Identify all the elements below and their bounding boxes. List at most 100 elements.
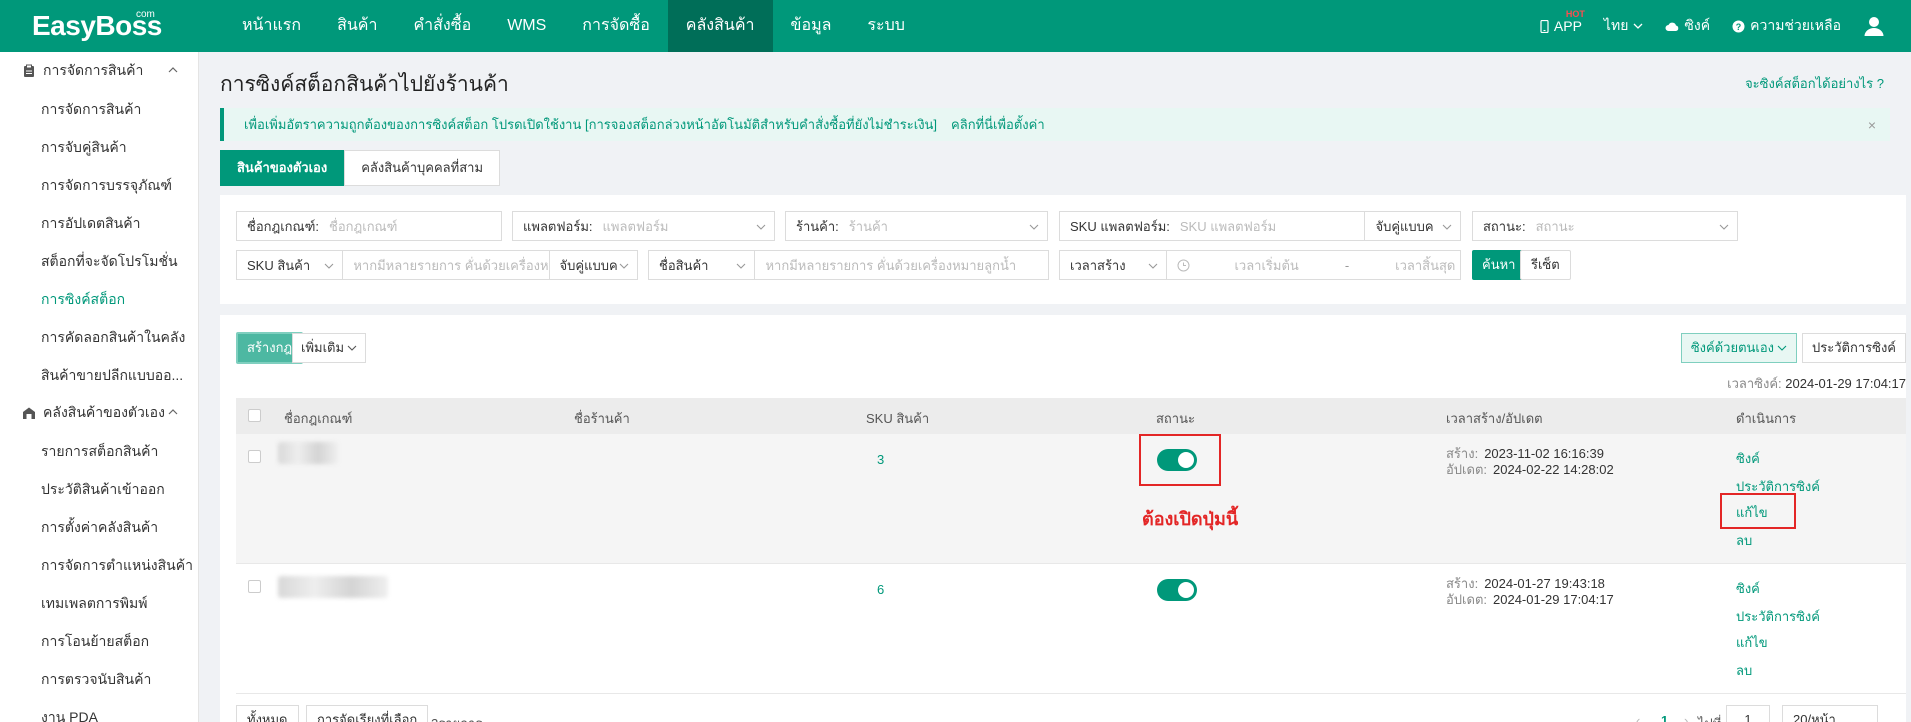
goto-page-input[interactable]: 1: [1726, 705, 1770, 722]
select-all-button[interactable]: ทั้งหมด: [236, 705, 299, 722]
help-menu[interactable]: ? ความช่วยเหลือ: [1732, 15, 1841, 37]
sidebar-item-product-matching[interactable]: การจับคู่สินค้า: [0, 128, 198, 166]
sku-input[interactable]: หากมีหลายรายการ คั่นด้วยเครื่องห: [343, 251, 550, 279]
platform-select[interactable]: แพลตฟอร์ม: แพลตฟอร์ม: [512, 211, 775, 241]
chevron-down-icon: [324, 263, 334, 269]
rule-name-input[interactable]: ชื่อกฎเกณฑ์: ชื่อกฎเกณฑ์: [236, 211, 502, 241]
col-rule-name: ชื่อกฎเกณฑ์: [284, 411, 353, 426]
time-type-select[interactable]: เวลาสร้าง: [1060, 251, 1168, 279]
sync-action[interactable]: ซิงค์: [1736, 448, 1760, 469]
delete-action[interactable]: ลบ: [1736, 660, 1752, 681]
sidebar-group-own-warehouse[interactable]: คลังสินค้าของตัวเอง: [0, 394, 198, 432]
menu-item-data[interactable]: ข้อมูล: [773, 0, 850, 52]
chevron-down-icon: [1633, 23, 1643, 29]
selected-sort-button[interactable]: การจัดเรียงที่เลือก: [306, 705, 429, 722]
sidebar-item-stock-history[interactable]: ประวัติสินค้าเข้าออก: [0, 470, 198, 508]
row-times: สร้าง: 2024-01-27 19:43:18 อัปเดต: 2024-01…: [1446, 576, 1614, 608]
menu-item-system[interactable]: ระบบ: [849, 0, 923, 52]
menu-item-home[interactable]: หน้าแรก: [224, 0, 319, 52]
app-link[interactable]: APP HOT: [1540, 9, 1585, 34]
shop-label: ร้านค้า:: [796, 218, 839, 234]
product-name-type-select[interactable]: ชื่อสินค้า: [649, 251, 756, 279]
sidebar-item-print-templates[interactable]: เทมเพลตการพิมพ์: [0, 584, 198, 622]
page-size-select[interactable]: 20/หน้า: [1782, 705, 1878, 722]
sidebar-item-pda-tasks[interactable]: งาน PDA: [0, 698, 198, 722]
highlight-box-edit: [1720, 493, 1796, 529]
sync-history-button[interactable]: ประวัติการซิงค์: [1802, 333, 1906, 363]
alert-settings-link[interactable]: คลิกที่นี่เพื่อตั้งค่า: [951, 114, 1045, 135]
last-sync-time: เวลาซิงค์: 2024-01-29 17:04:17: [1727, 373, 1906, 394]
menu-item-orders[interactable]: คำสั่งซื้อ: [395, 0, 489, 52]
more-label: เพิ่มเติม: [301, 340, 345, 355]
main-menu: หน้าแรก สินค้า คำสั่งซื้อ WMS การจัดซื้อ…: [224, 0, 923, 52]
platform-sku-input[interactable]: SKU แพลตฟอร์ม: SKU แพลตฟอร์ม: [1060, 212, 1366, 240]
alert-text: เพื่อเพิ่มอัตราความถูกต้องของการซิงค์สต็…: [244, 117, 938, 132]
more-dropdown[interactable]: เพิ่มเติม: [292, 333, 367, 363]
edit-action[interactable]: แก้ไข: [1736, 632, 1768, 653]
filter-panel: ชื่อกฎเกณฑ์: ชื่อกฎเกณฑ์ แพลตฟอร์ม: แพลต…: [220, 195, 1906, 304]
sku-count-link[interactable]: 6: [877, 582, 884, 597]
pagination-bar: ทั้งหมด การจัดเรียงที่เลือก 2รายการ ‹ 1 …: [236, 705, 1906, 722]
sidebar-item-copy-products[interactable]: การคัดลอกสินค้าในคลัง: [0, 318, 198, 356]
menu-item-wms[interactable]: WMS: [489, 0, 564, 52]
sku-count-link[interactable]: 3: [877, 452, 884, 467]
search-button[interactable]: ค้นหา: [1472, 250, 1526, 280]
sync-action[interactable]: ซิงค์: [1736, 578, 1760, 599]
tab-own-products[interactable]: สินค้าของตัวเอง: [220, 150, 345, 186]
next-page-icon[interactable]: ›: [1684, 713, 1688, 722]
manual-sync-dropdown[interactable]: ซิงค์ด้วยตนเอง: [1680, 333, 1797, 363]
chevron-down-icon: [1719, 224, 1729, 230]
warehouse-icon: [23, 407, 35, 419]
menu-item-purchasing[interactable]: การจัดซื้อ: [564, 0, 668, 52]
sidebar-item-promo-stock[interactable]: สต็อกที่จะจัดโปรโมชั่น: [0, 242, 198, 280]
sku-placeholder: หากมีหลายรายการ คั่นด้วยเครื่องห: [353, 257, 549, 273]
product-name-input[interactable]: หากมีหลายรายการ คั่นด้วยเครื่องหมายลูกน้…: [755, 251, 1048, 279]
redacted-rule-name: [278, 576, 388, 598]
hot-badge: HOT: [1565, 9, 1585, 19]
sync-link[interactable]: ซิงค์: [1665, 15, 1710, 37]
shop-select[interactable]: ร้านค้า: ร้านค้า: [785, 211, 1048, 241]
delete-action[interactable]: ลบ: [1736, 530, 1752, 551]
close-icon[interactable]: ×: [1868, 117, 1876, 133]
menu-item-products[interactable]: สินค้า: [319, 0, 395, 52]
sidebar-item-warehouse-settings[interactable]: การตั้งค่าคลังสินค้า: [0, 508, 198, 546]
menu-item-warehouse[interactable]: คลังสินค้า: [667, 0, 773, 52]
table-header: ชื่อกฎเกณฑ์ ชื่อร้านค้า SKU สินค้า สถานะ…: [236, 398, 1906, 434]
row-checkbox[interactable]: [248, 450, 261, 463]
manual-sync-label: ซิงค์ด้วยตนเอง: [1690, 340, 1774, 355]
sidebar-item-product-update[interactable]: การอัปเดตสินค้า: [0, 204, 198, 242]
sidebar-item-product-mgmt[interactable]: การจัดการสินค้า: [0, 90, 198, 128]
sidebar-item-packaging[interactable]: การจัดการบรรจุภัณฑ์: [0, 166, 198, 204]
status-select[interactable]: สถานะ: สถานะ: [1472, 211, 1738, 241]
sidebar-item-stock-list[interactable]: รายการสต็อกสินค้า: [0, 432, 198, 470]
user-icon[interactable]: [1863, 15, 1885, 37]
sidebar-item-location-mgmt[interactable]: การจัดการตำแหน่งสินค้า: [0, 546, 198, 584]
sync-time-value: 2024-01-29 17:04:17: [1785, 376, 1906, 391]
prev-page-icon[interactable]: ‹: [1636, 713, 1640, 722]
col-shop-name: ชื่อร้านค้า: [574, 411, 630, 426]
sku-field: SKU สินค้า หากมีหลายรายการ คั่นด้วยเครื่…: [236, 250, 638, 280]
row-checkbox[interactable]: [248, 580, 261, 593]
select-all-checkbox[interactable]: [248, 409, 261, 422]
status-toggle[interactable]: [1157, 579, 1197, 601]
sidebar-item-stock-sync[interactable]: การซิงค์สต็อก: [0, 280, 198, 318]
clock-icon: [1177, 259, 1190, 271]
chevron-down-icon: [619, 263, 629, 269]
sku-match-select[interactable]: จับคู่แบบค: [550, 251, 637, 279]
sync-history-action[interactable]: ประวัติการซิงค์: [1736, 606, 1820, 627]
sku-type-select[interactable]: SKU สินค้า: [237, 251, 344, 279]
sidebar-item-stock-transfer[interactable]: การโอนย้ายสต็อก: [0, 622, 198, 660]
sidebar-item-retail-products[interactable]: สินค้าขายปลีกแบบออ...: [0, 356, 198, 394]
sidebar-group-product-mgmt[interactable]: การจัดการสินค้า: [0, 52, 198, 90]
logo[interactable]: EasyBoss com: [0, 0, 200, 52]
sync-time-label: เวลาซิงค์:: [1727, 376, 1782, 391]
sidebar-item-stock-count[interactable]: การตรวจนับสินค้า: [0, 660, 198, 698]
reset-button[interactable]: รีเซ็ต: [1520, 250, 1571, 280]
platform-sku-match-select[interactable]: จับคู่แบบค: [1365, 212, 1460, 240]
time-range-field: เวลาสร้าง เวลาเริ่มต้น - เวลาสิ้นสุด: [1059, 250, 1461, 280]
page-number[interactable]: 1: [1661, 713, 1668, 722]
date-range-picker[interactable]: เวลาเริ่มต้น - เวลาสิ้นสุด: [1167, 251, 1460, 279]
language-select[interactable]: ไทย: [1604, 15, 1643, 37]
tab-third-party-warehouse[interactable]: คลังสินค้าบุคคลที่สาม: [344, 150, 501, 186]
help-link[interactable]: จะซิงค์สต็อกได้อย่างไร ?: [1745, 73, 1884, 94]
